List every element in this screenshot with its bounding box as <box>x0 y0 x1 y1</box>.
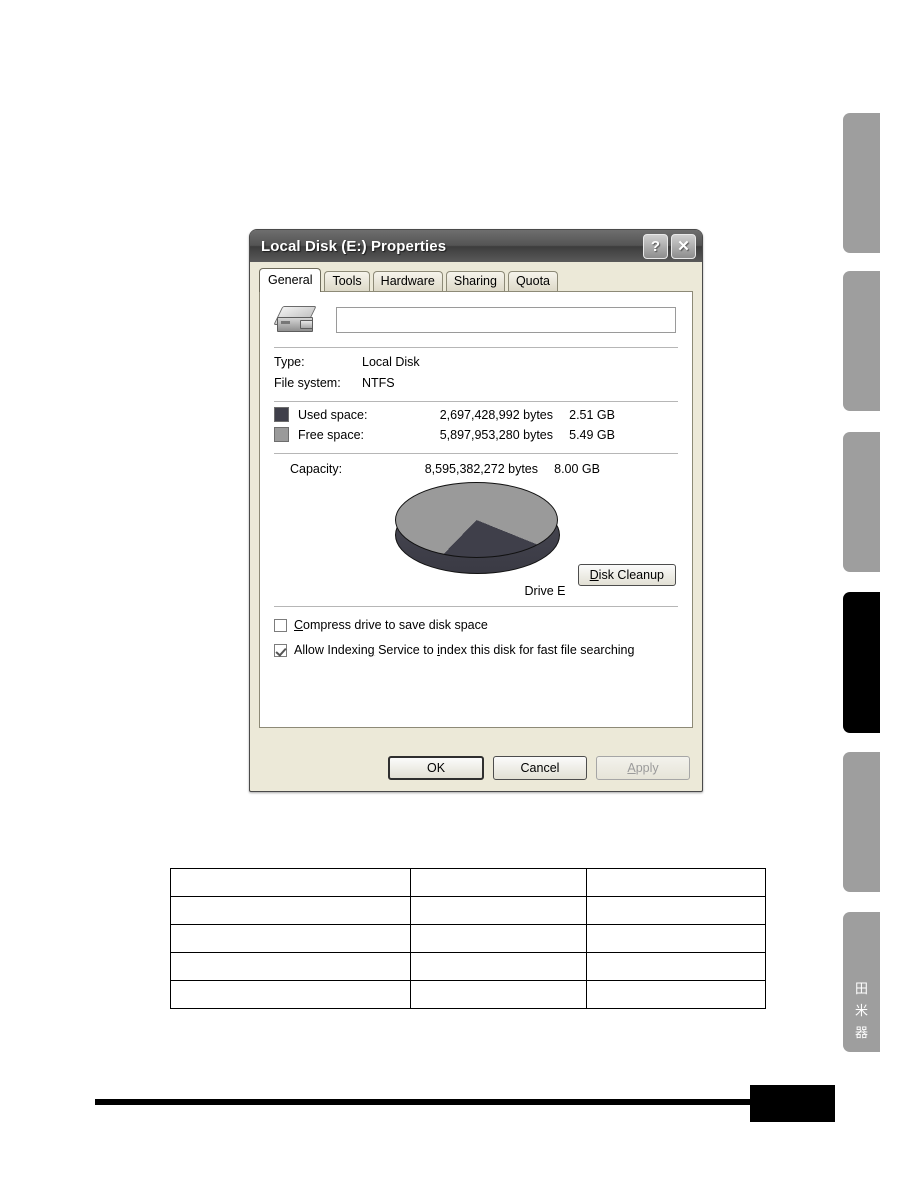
apply-button: Apply <box>596 756 690 780</box>
table-cell <box>409 980 588 1009</box>
dialog-tabstrip: General Tools Hardware Sharing Quota <box>259 268 702 292</box>
local-disk-properties-dialog: Local Disk (E:) Properties ? ✕ General T… <box>249 229 703 792</box>
table-cell <box>170 924 411 953</box>
compress-drive-checkbox[interactable] <box>274 618 287 632</box>
side-tab-4-active[interactable] <box>843 592 880 733</box>
table-cell <box>170 868 411 897</box>
table-cell <box>586 924 766 953</box>
table-cell <box>170 980 411 1009</box>
table-row <box>170 980 766 1009</box>
capacity-row: Capacity: 8,595,382,272 bytes 8.00 GB <box>260 454 692 476</box>
free-space-bytes: 5,897,953,280 bytes <box>439 427 553 442</box>
allow-indexing-row[interactable]: Allow Indexing Service to index this dis… <box>260 632 692 657</box>
drive-caption: Drive E <box>524 584 566 598</box>
side-tab-glyph-1: 田 <box>854 982 868 997</box>
compress-drive-label: Compress drive to save disk space <box>294 618 488 632</box>
tab-quota[interactable]: Quota <box>507 271 559 291</box>
side-index-tabs: 田 米 器 <box>843 0 918 1188</box>
titlebar-buttons: ? ✕ <box>643 234 696 259</box>
used-space-swatch <box>274 407 289 422</box>
side-tab-glyph-3: 器 <box>854 1026 868 1041</box>
allow-indexing-label: Allow Indexing Service to index this dis… <box>294 643 635 657</box>
filesystem-value: NTFS <box>362 376 395 390</box>
hard-disk-icon <box>273 304 318 336</box>
table-row <box>170 868 766 897</box>
disk-usage-pie-chart: Drive E <box>395 482 565 598</box>
table-cell <box>409 896 588 925</box>
close-icon[interactable]: ✕ <box>671 234 696 259</box>
side-tab-3[interactable] <box>843 432 880 572</box>
tab-tools[interactable]: Tools <box>324 271 370 291</box>
tab-general[interactable]: General <box>259 268 322 292</box>
dialog-titlebar[interactable]: Local Disk (E:) Properties ? ✕ <box>250 230 702 262</box>
tab-hardware[interactable]: Hardware <box>372 271 443 291</box>
table-cell <box>170 896 411 925</box>
type-value: Local Disk <box>362 355 420 369</box>
free-space-label: Free space: <box>298 427 365 442</box>
side-tab-6-glyphs: 田 米 器 <box>843 983 880 1040</box>
free-space-swatch <box>274 427 289 442</box>
table-row <box>170 924 766 953</box>
free-space-gb: 5.49 GB <box>569 427 615 442</box>
capacity-bytes: 8,595,382,272 bytes <box>424 462 538 476</box>
tab-sharing[interactable]: Sharing <box>445 271 505 291</box>
disk-cleanup-button[interactable]: Disk Cleanup <box>577 564 676 586</box>
volume-label-row <box>260 292 692 336</box>
volume-label-input[interactable] <box>336 307 676 333</box>
table-cell <box>409 952 588 981</box>
filesystem-label: File system: <box>274 376 341 390</box>
table-cell <box>409 868 588 897</box>
allow-indexing-checkbox[interactable] <box>274 643 287 657</box>
general-tab-panel: Type: Local Disk File system: NTFS Used … <box>259 291 693 728</box>
capacity-label: Capacity: <box>290 462 343 476</box>
document-table <box>170 868 766 1009</box>
side-tab-2[interactable] <box>843 271 880 411</box>
filesystem-row: File system: NTFS <box>260 369 692 390</box>
ok-button[interactable]: OK <box>388 756 484 780</box>
help-icon[interactable]: ? <box>643 234 668 259</box>
used-space-label: Used space: <box>298 407 368 422</box>
used-space-gb: 2.51 GB <box>569 407 615 422</box>
table-row <box>170 896 766 925</box>
table-cell <box>586 896 766 925</box>
side-tab-5[interactable] <box>843 752 880 892</box>
disk-usage-pie-area: Drive E Disk Cleanup <box>260 480 692 600</box>
free-space-row: Free space: 5,897,953,280 bytes 5.49 GB <box>260 422 692 442</box>
used-space-bytes: 2,697,428,992 bytes <box>439 407 553 422</box>
dialog-title: Local Disk (E:) Properties <box>261 237 447 255</box>
type-row: Type: Local Disk <box>260 348 692 369</box>
cancel-button[interactable]: Cancel <box>493 756 587 780</box>
pie-top <box>395 482 558 558</box>
side-tab-1[interactable] <box>843 113 880 253</box>
table-cell <box>409 924 588 953</box>
dialog-footer: OK Cancel Apply <box>250 745 702 791</box>
type-label: Type: <box>274 355 305 369</box>
side-tab-6[interactable]: 田 米 器 <box>843 912 880 1052</box>
table-cell <box>170 952 411 981</box>
capacity-gb: 8.00 GB <box>554 462 600 476</box>
side-tab-glyph-2: 米 <box>854 1004 868 1019</box>
footer-rule <box>95 1099 750 1105</box>
table-cell <box>586 980 766 1009</box>
table-cell <box>586 868 766 897</box>
used-space-row: Used space: 2,697,428,992 bytes 2.51 GB <box>260 402 692 422</box>
page-number-box <box>750 1085 835 1122</box>
table-row <box>170 952 766 981</box>
compress-drive-row[interactable]: Compress drive to save disk space <box>260 607 692 632</box>
table-cell <box>586 952 766 981</box>
